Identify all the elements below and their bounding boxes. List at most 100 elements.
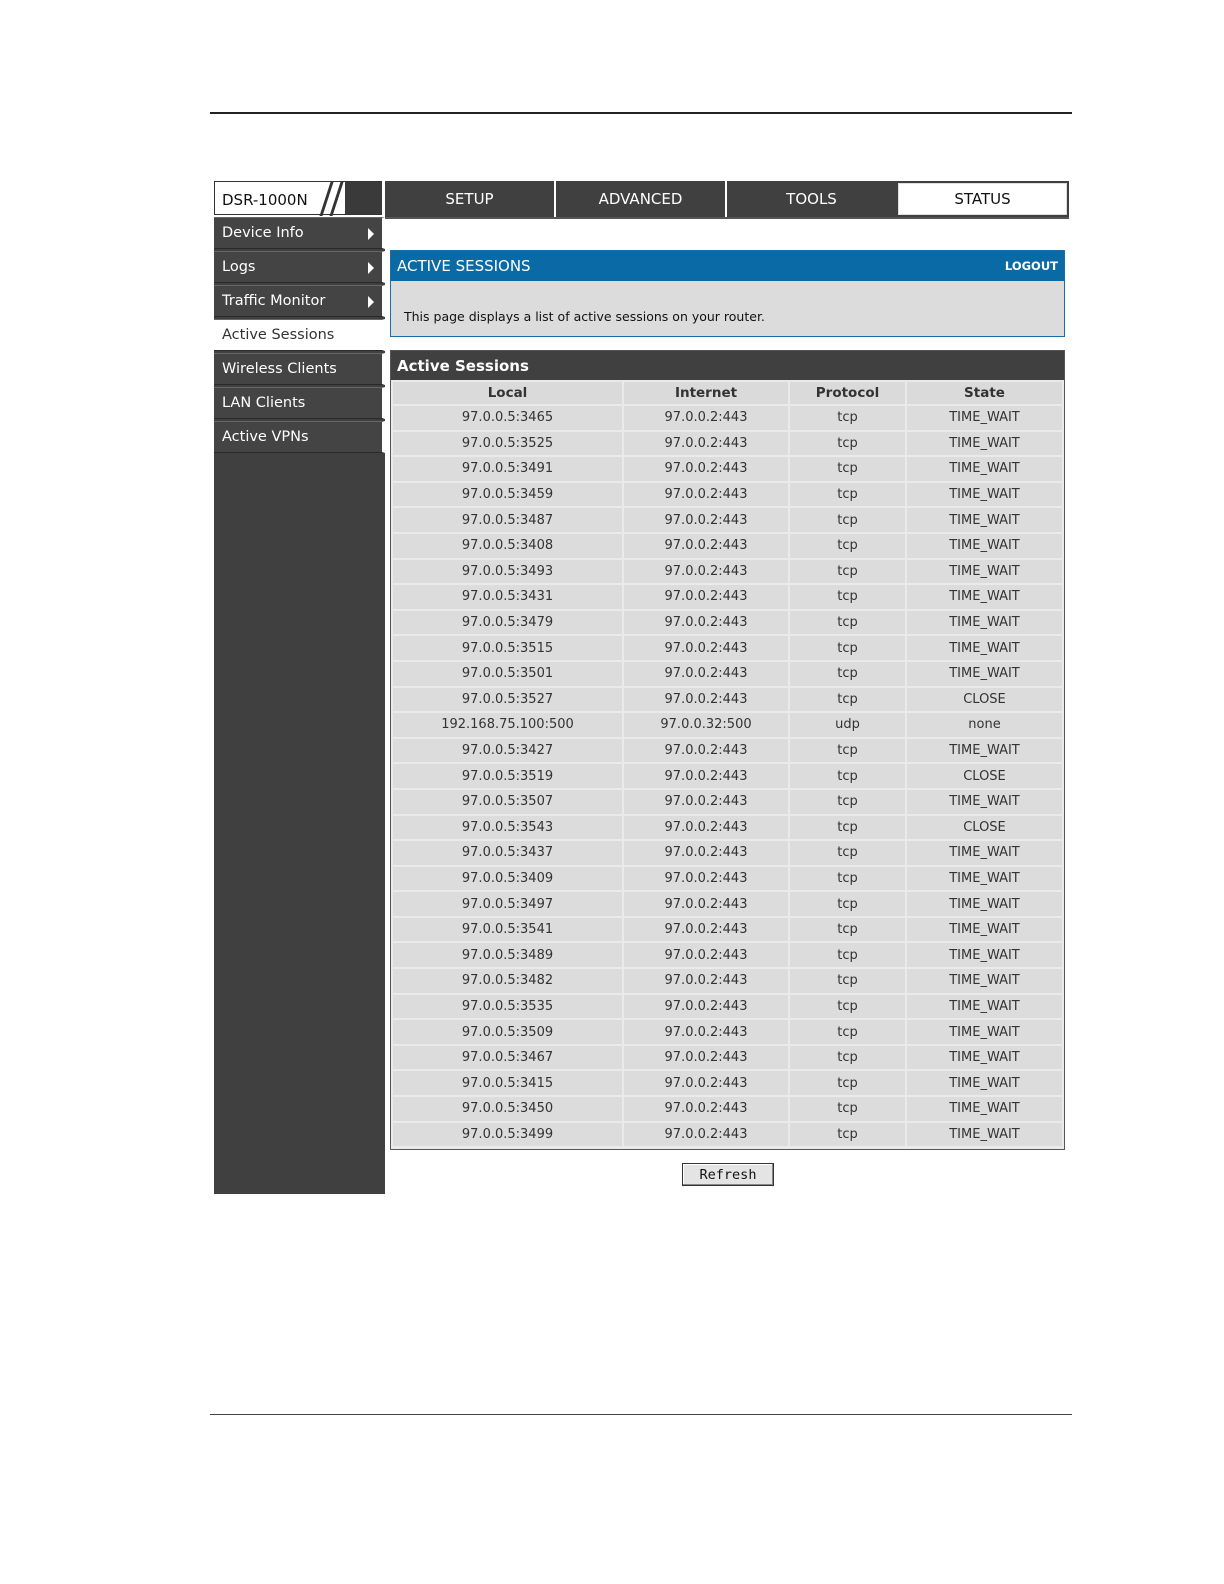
nav-underline: [383, 217, 1069, 219]
cell-state: TIME_WAIT: [907, 1097, 1062, 1121]
page-title: ACTIVE SESSIONS: [397, 257, 531, 275]
cell-state: TIME_WAIT: [907, 508, 1062, 532]
cell-internet: 97.0.0.2:443: [624, 1097, 788, 1121]
cell-local: 97.0.0.5:3493: [393, 559, 622, 584]
cell-state: CLOSE: [907, 764, 1062, 788]
chevron-right-icon: [368, 228, 374, 240]
cell-protocol: tcp: [790, 1045, 905, 1070]
cell-local: 97.0.0.5:3465: [393, 406, 622, 430]
sidebar: Device Info Logs Traffic Monitor Active …: [214, 217, 385, 1194]
cell-protocol: tcp: [790, 866, 905, 891]
cell-internet: 97.0.0.2:443: [624, 559, 788, 584]
table-row: 97.0.0.5:3487 97.0.0.2:443 tcp TIME_WAIT: [393, 508, 1062, 532]
cell-state: CLOSE: [907, 687, 1062, 712]
sidebar-item-lan-clients[interactable]: LAN Clients: [214, 387, 385, 419]
cell-local: 97.0.0.5:3437: [393, 841, 622, 865]
sidebar-item-wireless-clients[interactable]: Wireless Clients: [214, 353, 385, 385]
cell-protocol: tcp: [790, 661, 905, 686]
cell-internet: 97.0.0.2:443: [624, 406, 788, 430]
cell-internet: 97.0.0.2:443: [624, 789, 788, 814]
table-row: 97.0.0.5:3450 97.0.0.2:443 tcp TIME_WAIT: [393, 1097, 1062, 1121]
table-row: 97.0.0.5:3499 97.0.0.2:443 tcp TIME_WAIT: [393, 1122, 1062, 1147]
cell-local: 97.0.0.5:3459: [393, 482, 622, 507]
table-row: 97.0.0.5:3427 97.0.0.2:443 tcp TIME_WAIT: [393, 738, 1062, 763]
cell-internet: 97.0.0.2:443: [624, 866, 788, 891]
tab-setup[interactable]: SETUP: [383, 181, 554, 217]
cell-protocol: tcp: [790, 943, 905, 968]
cell-local: 97.0.0.5:3543: [393, 815, 622, 840]
logout-link[interactable]: LOGOUT: [1005, 259, 1058, 273]
cell-local: 97.0.0.5:3509: [393, 1020, 622, 1044]
cell-state: TIME_WAIT: [907, 841, 1062, 865]
cell-internet: 97.0.0.2:443: [624, 943, 788, 968]
cell-internet: 97.0.0.2:443: [624, 994, 788, 1019]
cell-local: 97.0.0.5:3482: [393, 969, 622, 993]
info-panel: ACTIVE SESSIONS LOGOUT This page display…: [390, 250, 1065, 337]
cell-state: TIME_WAIT: [907, 585, 1062, 609]
cell-state: TIME_WAIT: [907, 969, 1062, 993]
cell-protocol: tcp: [790, 559, 905, 584]
cell-local: 97.0.0.5:3450: [393, 1097, 622, 1121]
tab-tools[interactable]: TOOLS: [725, 181, 896, 217]
page-top-rule: [210, 112, 1072, 114]
table-row: 97.0.0.5:3465 97.0.0.2:443 tcp TIME_WAIT: [393, 406, 1062, 430]
table-row: 97.0.0.5:3489 97.0.0.2:443 tcp TIME_WAIT: [393, 943, 1062, 968]
cell-protocol: tcp: [790, 764, 905, 788]
sidebar-item-label: Active Sessions: [222, 327, 335, 343]
brand-logo: DSR-1000N: [214, 181, 382, 216]
sidebar-item-active-sessions[interactable]: Active Sessions: [214, 319, 385, 351]
sidebar-item-label: Traffic Monitor: [222, 293, 326, 309]
cell-protocol: tcp: [790, 1097, 905, 1121]
column-header-protocol: Protocol: [790, 382, 905, 404]
refresh-button[interactable]: Refresh: [682, 1163, 774, 1186]
cell-protocol: tcp: [790, 457, 905, 481]
cell-local: 97.0.0.5:3535: [393, 994, 622, 1019]
table-row: 97.0.0.5:3515 97.0.0.2:443 tcp TIME_WAIT: [393, 636, 1062, 660]
cell-internet: 97.0.0.2:443: [624, 841, 788, 865]
sessions-panel: Active Sessions Local Internet Protocol …: [390, 350, 1065, 1150]
cell-internet: 97.0.0.2:443: [624, 1122, 788, 1147]
tab-advanced[interactable]: ADVANCED: [554, 181, 725, 217]
column-header-state: State: [907, 382, 1062, 404]
cell-state: TIME_WAIT: [907, 892, 1062, 916]
cell-internet: 97.0.0.2:443: [624, 533, 788, 558]
cell-protocol: tcp: [790, 1020, 905, 1044]
cell-local: 97.0.0.5:3431: [393, 585, 622, 609]
cell-state: TIME_WAIT: [907, 1045, 1062, 1070]
cell-state: TIME_WAIT: [907, 610, 1062, 635]
sidebar-item-device-info[interactable]: Device Info: [214, 217, 385, 249]
cell-state: TIME_WAIT: [907, 1071, 1062, 1096]
cell-internet: 97.0.0.2:443: [624, 585, 788, 609]
sidebar-item-traffic-monitor[interactable]: Traffic Monitor: [214, 285, 385, 317]
sidebar-item-label: LAN Clients: [222, 395, 306, 411]
cell-internet: 97.0.0.2:443: [624, 892, 788, 916]
cell-protocol: tcp: [790, 789, 905, 814]
sidebar-item-active-vpns[interactable]: Active VPNs: [214, 421, 385, 453]
cell-internet: 97.0.0.2:443: [624, 457, 788, 481]
cell-local: 97.0.0.5:3408: [393, 533, 622, 558]
cell-state: TIME_WAIT: [907, 1020, 1062, 1044]
cell-protocol: tcp: [790, 994, 905, 1019]
cell-protocol: tcp: [790, 917, 905, 942]
cell-protocol: tcp: [790, 610, 905, 635]
table-row: 97.0.0.5:3535 97.0.0.2:443 tcp TIME_WAIT: [393, 994, 1062, 1019]
cell-state: TIME_WAIT: [907, 482, 1062, 507]
table-row: 97.0.0.5:3459 97.0.0.2:443 tcp TIME_WAIT: [393, 482, 1062, 507]
cell-local: 97.0.0.5:3527: [393, 687, 622, 712]
cell-internet: 97.0.0.2:443: [624, 508, 788, 532]
cell-local: 97.0.0.5:3519: [393, 764, 622, 788]
cell-protocol: tcp: [790, 687, 905, 712]
cell-local: 97.0.0.5:3489: [393, 943, 622, 968]
cell-local: 97.0.0.5:3467: [393, 1045, 622, 1070]
cell-internet: 97.0.0.2:443: [624, 636, 788, 660]
cell-internet: 97.0.0.2:443: [624, 1045, 788, 1070]
tab-status[interactable]: STATUS: [896, 181, 1069, 217]
cell-local: 97.0.0.5:3427: [393, 738, 622, 763]
sidebar-item-logs[interactable]: Logs: [214, 251, 385, 283]
cell-protocol: tcp: [790, 533, 905, 558]
table-row: 97.0.0.5:3507 97.0.0.2:443 tcp TIME_WAIT: [393, 789, 1062, 814]
cell-internet: 97.0.0.2:443: [624, 1020, 788, 1044]
cell-internet: 97.0.0.32:500: [624, 713, 788, 737]
table-row: 97.0.0.5:3415 97.0.0.2:443 tcp TIME_WAIT: [393, 1071, 1062, 1096]
cell-protocol: tcp: [790, 406, 905, 430]
